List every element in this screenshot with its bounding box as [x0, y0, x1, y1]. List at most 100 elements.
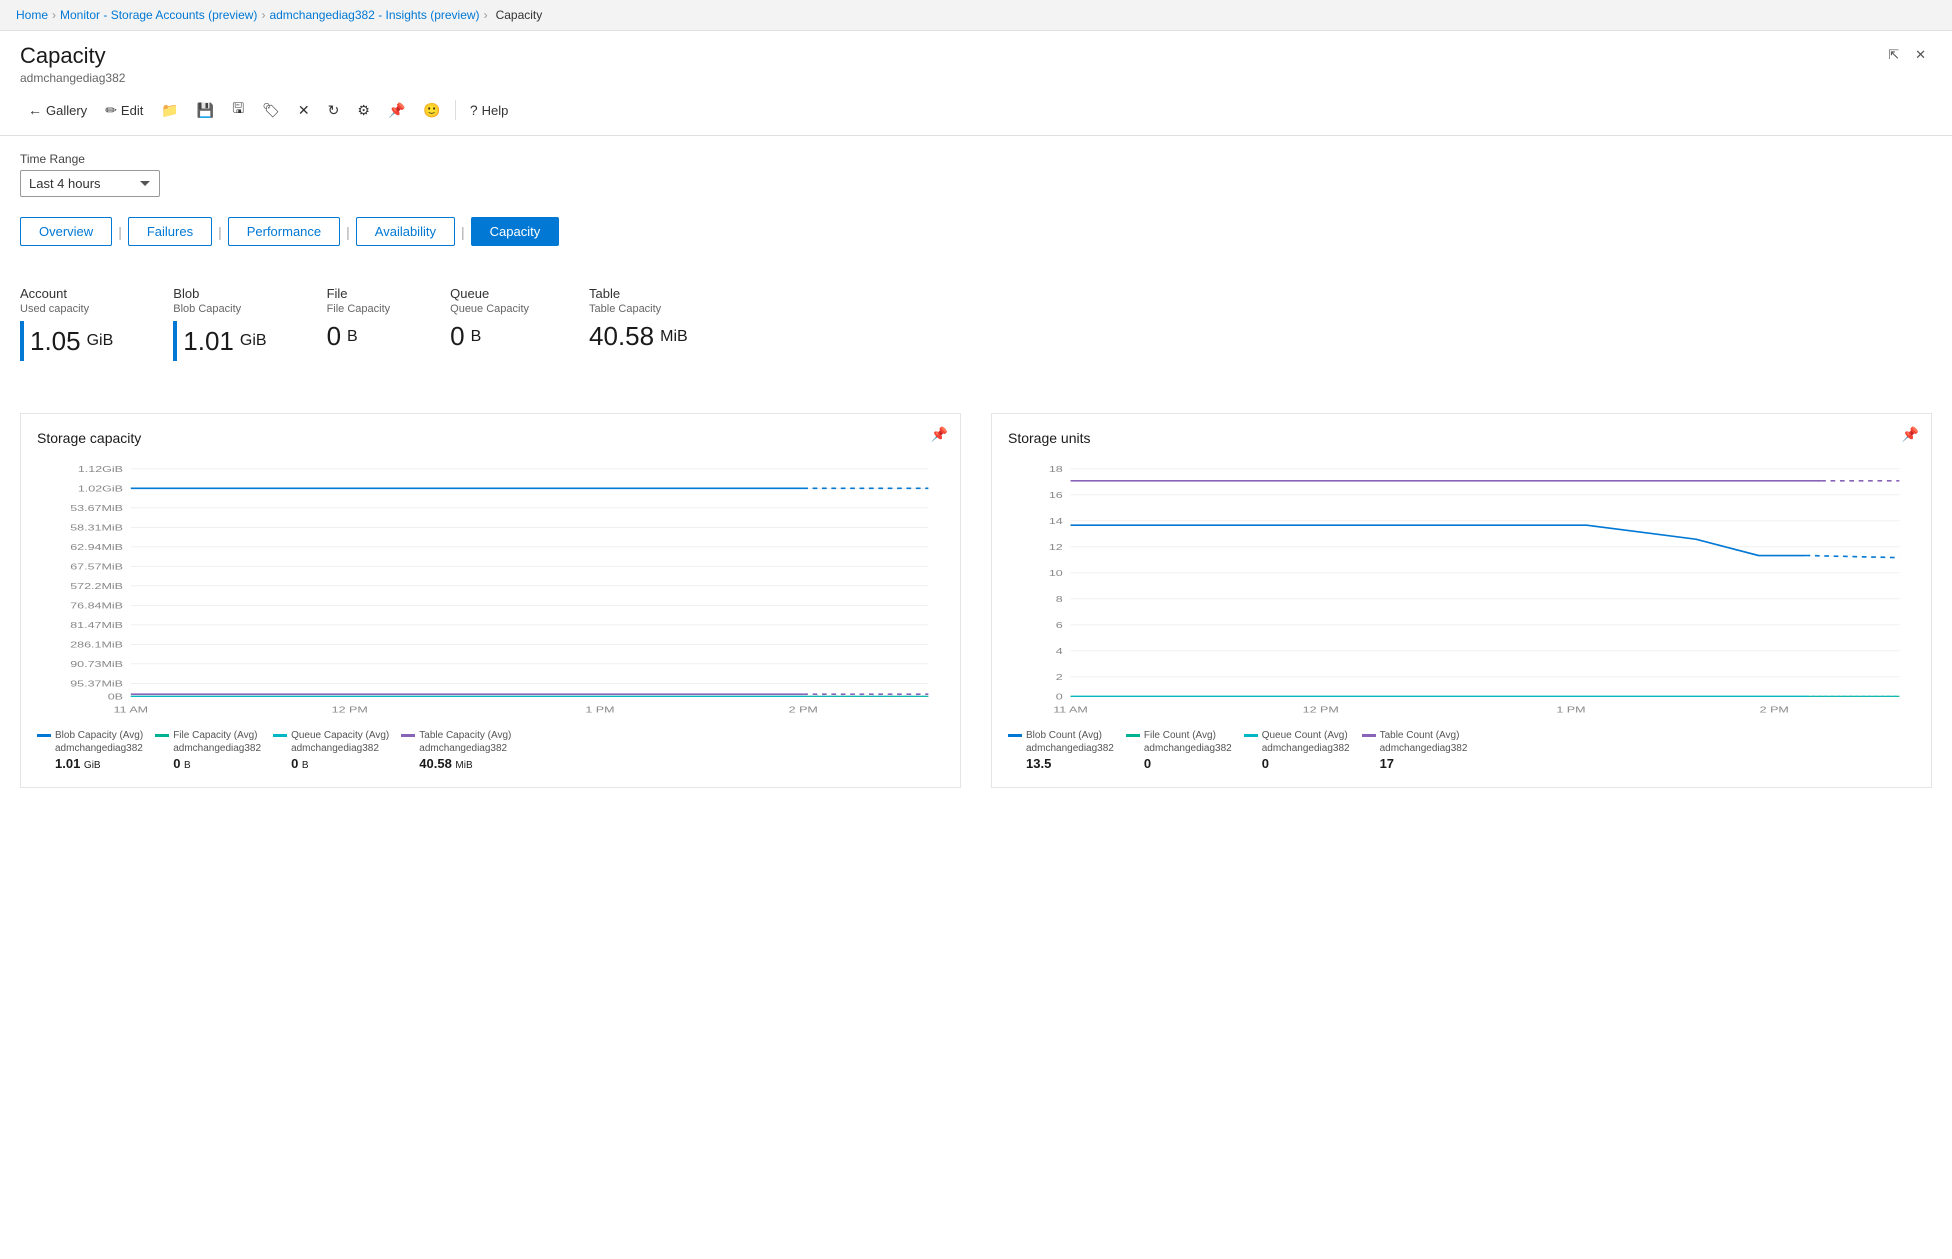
svg-text:53.67MiB: 53.67MiB	[70, 504, 123, 514]
storage-capacity-svg: 1.12GiB 1.02GiB 53.67MiB 58.31MiB 62.94M…	[37, 458, 944, 718]
panel-title: Capacity admchangediag382	[20, 43, 125, 85]
storage-units-pin-icon[interactable]: 📌	[1902, 426, 1919, 443]
legend-queue-count-label: Queue Count (Avg)	[1262, 730, 1348, 741]
svg-text:10: 10	[1049, 569, 1063, 579]
svg-text:67.57MiB: 67.57MiB	[70, 562, 123, 572]
panel-header: Capacity admchangediag382 ⇱ ✕	[0, 31, 1952, 85]
toolbar-separator	[455, 100, 456, 120]
feedback-icon: 🙂	[423, 102, 440, 119]
metric-blob: Blob Blob Capacity 1.01 GiB	[173, 286, 266, 361]
metric-queue-label: Queue	[450, 286, 529, 301]
tab-sep-2: |	[218, 224, 222, 240]
legend-file-capacity: File Capacity (Avg) admchangediag382 0 B	[155, 730, 261, 771]
legend-blob-count-label: Blob Count (Avg)	[1026, 730, 1102, 741]
svg-text:2 PM: 2 PM	[789, 705, 818, 715]
metric-blob-value: 1.01	[183, 326, 234, 357]
save-button[interactable]: 💾	[189, 97, 222, 124]
legend-table-capacity: Table Capacity (Avg) admchangediag382 40…	[401, 730, 511, 771]
legend-queue-count-value: 0	[1262, 756, 1350, 771]
tab-availability[interactable]: Availability	[356, 217, 455, 246]
metric-table-label: Table	[589, 286, 688, 301]
metric-blob-value-row: 1.01 GiB	[173, 321, 266, 361]
svg-text:11 AM: 11 AM	[114, 705, 149, 715]
settings-button[interactable]: ⚙	[349, 97, 378, 124]
legend-queue-header: Queue Capacity (Avg)	[273, 730, 389, 741]
help-label: Help	[482, 103, 509, 118]
svg-text:12: 12	[1049, 543, 1063, 553]
legend-blob-count-value: 13.5	[1026, 756, 1114, 771]
metric-blob-sublabel: Blob Capacity	[173, 303, 266, 315]
settings-icon: ⚙	[357, 102, 370, 119]
svg-text:8: 8	[1056, 595, 1063, 605]
tag-button[interactable]: 🏷	[254, 97, 288, 124]
storage-capacity-pin-icon[interactable]: 📌	[931, 426, 948, 443]
storage-units-chart-area: 18 16 14 12 10 8 6 4 2 0	[1008, 458, 1915, 718]
edit-button[interactable]: ✏ Edit	[97, 97, 151, 124]
legend-queue-label: Queue Capacity (Avg)	[291, 730, 389, 741]
svg-text:12 PM: 12 PM	[332, 705, 368, 715]
legend-blob-header: Blob Capacity (Avg)	[37, 730, 143, 741]
legend-file-count-color	[1126, 734, 1140, 737]
time-range-select[interactable]: Last 30 minutes Last hour Last 4 hours L…	[20, 170, 160, 197]
metric-account: Account Used capacity 1.05 GiB	[20, 286, 113, 361]
svg-text:4: 4	[1056, 647, 1063, 657]
feedback-button[interactable]: 🙂	[415, 97, 448, 124]
help-button[interactable]: ? Help	[462, 97, 517, 123]
tab-performance[interactable]: Performance	[228, 217, 340, 246]
legend-blob-value: 1.01 GiB	[55, 756, 143, 771]
metric-table-value-row: 40.58 MiB	[589, 321, 688, 352]
tab-capacity[interactable]: Capacity	[471, 217, 560, 246]
metric-account-value-row: 1.05 GiB	[20, 321, 113, 361]
tab-sep-4: |	[461, 224, 465, 240]
tag-icon: 🏷	[262, 102, 280, 119]
metric-account-unit: GiB	[87, 332, 114, 350]
metric-account-value: 1.05	[30, 326, 81, 357]
legend-table-count: Table Count (Avg) admchangediag382 17	[1362, 730, 1468, 771]
legend-file-label: File Capacity (Avg)	[173, 730, 257, 741]
legend-table-count-header: Table Count (Avg)	[1362, 730, 1468, 741]
legend-table-count-color	[1362, 734, 1376, 737]
breadcrumb-insights[interactable]: admchangediag382 - Insights (preview)	[269, 8, 479, 22]
tab-sep-1: |	[118, 224, 122, 240]
legend-table-count-value: 17	[1380, 756, 1468, 771]
svg-text:6: 6	[1056, 621, 1063, 631]
saveas-button[interactable]: 🖫	[224, 93, 252, 127]
legend-queue-color	[273, 734, 287, 737]
close-button[interactable]: ✕	[1909, 43, 1932, 67]
legend-queue-count: Queue Count (Avg) admchangediag382 0	[1244, 730, 1350, 771]
legend-table-value: 40.58 MiB	[419, 756, 511, 771]
discard-button[interactable]: ✕	[290, 97, 318, 124]
metric-file-unit: B	[347, 328, 358, 346]
metric-queue-value: 0	[450, 321, 464, 352]
tab-failures[interactable]: Failures	[128, 217, 212, 246]
file-button[interactable]: 📁	[153, 97, 186, 124]
metric-queue-unit: B	[471, 328, 482, 346]
metric-queue: Queue Queue Capacity 0 B	[450, 286, 529, 361]
legend-file-sublabel: admchangediag382	[173, 743, 261, 754]
pin-button[interactable]: 📌	[380, 97, 413, 124]
breadcrumb: Home › Monitor - Storage Accounts (previ…	[0, 0, 1952, 31]
metric-file-value: 0	[327, 321, 341, 352]
legend-table-color	[401, 734, 415, 737]
legend-blob-count-sublabel: admchangediag382	[1026, 743, 1114, 754]
legend-file-count: File Count (Avg) admchangediag382 0	[1126, 730, 1232, 771]
breadcrumb-home[interactable]: Home	[16, 8, 48, 22]
storage-units-svg: 18 16 14 12 10 8 6 4 2 0	[1008, 458, 1915, 718]
metric-table-sublabel: Table Capacity	[589, 303, 688, 315]
metric-account-bar	[20, 321, 24, 361]
refresh-button[interactable]: ↻	[320, 97, 348, 124]
svg-text:95.37MiB: 95.37MiB	[70, 679, 123, 689]
storage-capacity-chart-area: 1.12GiB 1.02GiB 53.67MiB 58.31MiB 62.94M…	[37, 458, 944, 718]
discard-icon: ✕	[298, 102, 310, 119]
legend-file-count-sublabel: admchangediag382	[1144, 743, 1232, 754]
undock-button[interactable]: ⇱	[1882, 43, 1905, 67]
metric-table-value: 40.58	[589, 321, 654, 352]
legend-table-sublabel: admchangediag382	[419, 743, 511, 754]
save-icon: 💾	[197, 102, 214, 119]
breadcrumb-monitor[interactable]: Monitor - Storage Accounts (preview)	[60, 8, 257, 22]
svg-text:0B: 0B	[108, 692, 123, 702]
gallery-button[interactable]: ← Gallery	[20, 97, 95, 123]
tab-overview[interactable]: Overview	[20, 217, 112, 246]
legend-blob-sublabel: admchangediag382	[55, 743, 143, 754]
edit-label: Edit	[121, 103, 143, 118]
